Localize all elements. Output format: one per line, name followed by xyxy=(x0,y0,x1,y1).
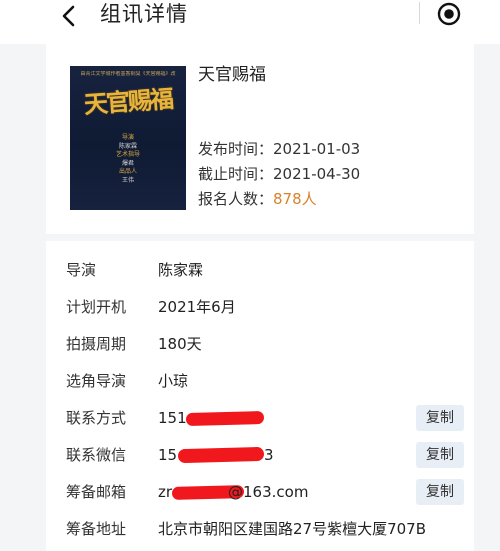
poster-credit-role: 导演 xyxy=(121,134,134,141)
poster-credit-name: 王伟 xyxy=(121,176,134,184)
address-label: 筹备地址 xyxy=(66,520,127,538)
casting-director-label: 选角导演 xyxy=(66,372,127,390)
poster-credit-role: 出品人 xyxy=(118,168,137,175)
deadline-time: 截止时间：2021-04-30 xyxy=(198,163,360,185)
poster-credit-name: 爆君 xyxy=(121,159,134,167)
detail-row-wechat: 联系微信 15 3 复制 xyxy=(46,438,474,472)
detail-row-email: 筹备邮箱 zr @163.com 复制 xyxy=(46,475,474,509)
copy-wechat-button[interactable]: 复制 xyxy=(416,442,464,468)
poster-credit-name: 陈家霖 xyxy=(118,142,137,150)
publish-time-value: 2021-01-03 xyxy=(273,140,361,158)
wechat-value: 15 xyxy=(158,446,178,464)
contact-label: 联系方式 xyxy=(66,409,127,427)
redaction-mark xyxy=(177,446,265,464)
deadline-time-value: 2021-04-30 xyxy=(273,165,361,183)
target-close-icon[interactable] xyxy=(437,2,461,26)
project-poster-image[interactable]: 由青江文学城作者墨香铜臭《天官赐福》改 天官赐福 导演 陈家霖 艺术指导 爆君 … xyxy=(70,66,186,210)
contact-value: 151 xyxy=(158,409,187,427)
plan-start-label: 计划开机 xyxy=(66,298,127,316)
publish-time-label: 发布时间： xyxy=(198,140,274,158)
detail-row-director: 导演 陈家霖 xyxy=(46,253,474,287)
signup-count-label: 报名人数： xyxy=(198,190,274,208)
detail-row-shoot-period: 拍摄周期 180天 xyxy=(46,327,474,361)
publish-time: 发布时间：2021-01-03 xyxy=(198,138,360,160)
email-value: zr xyxy=(158,483,173,501)
plan-start-value: 2021年6月 xyxy=(158,298,236,316)
back-arrow-icon[interactable] xyxy=(58,4,82,28)
copy-email-button[interactable]: 复制 xyxy=(416,479,464,505)
wechat-label: 联系微信 xyxy=(66,446,127,464)
detail-row-casting-director: 选角导演 小琼 xyxy=(46,364,474,398)
poster-credits: 导演 陈家霖 艺术指导 爆君 出品人 王伟 xyxy=(70,134,186,185)
email-value-tail: @163.com xyxy=(228,483,309,501)
capsule-divider xyxy=(419,2,420,24)
detail-row-contact: 联系方式 151 复制 xyxy=(46,401,474,435)
shoot-period-value: 180天 xyxy=(158,335,202,353)
project-name: 天官赐福 xyxy=(198,65,266,85)
casting-summary-card: 由青江文学城作者墨香铜臭《天官赐福》改 天官赐福 导演 陈家霖 艺术指导 爆君 … xyxy=(46,36,474,234)
director-label: 导演 xyxy=(66,261,97,279)
poster-top-text: 由青江文学城作者墨香铜臭《天官赐福》改 xyxy=(80,71,176,77)
poster-title: 天官赐福 xyxy=(83,83,173,120)
casting-detail-list: 导演 陈家霖 计划开机 2021年6月 拍摄周期 180天 选角导演 小琼 联系… xyxy=(46,241,474,551)
copy-contact-button[interactable]: 复制 xyxy=(416,405,464,431)
detail-row-address: 筹备地址 北京市朝阳区建国路27号紫檀大厦707B xyxy=(46,512,474,546)
wechat-value-tail: 3 xyxy=(264,446,274,464)
shoot-period-label: 拍摄周期 xyxy=(66,335,127,353)
page-title: 组讯详情 xyxy=(100,2,188,26)
redaction-mark xyxy=(185,410,265,427)
address-value: 北京市朝阳区建国路27号紫檀大厦707B xyxy=(158,520,427,538)
poster-credit-role: 艺术指导 xyxy=(115,151,140,158)
casting-director-value: 小琼 xyxy=(158,372,189,390)
deadline-time-label: 截止时间： xyxy=(198,165,274,183)
email-label: 筹备邮箱 xyxy=(66,483,127,501)
signup-count-value: 878人 xyxy=(273,190,317,208)
detail-row-plan-start: 计划开机 2021年6月 xyxy=(46,290,474,324)
director-value: 陈家霖 xyxy=(158,261,204,279)
signup-count: 报名人数：878人 xyxy=(198,188,317,210)
